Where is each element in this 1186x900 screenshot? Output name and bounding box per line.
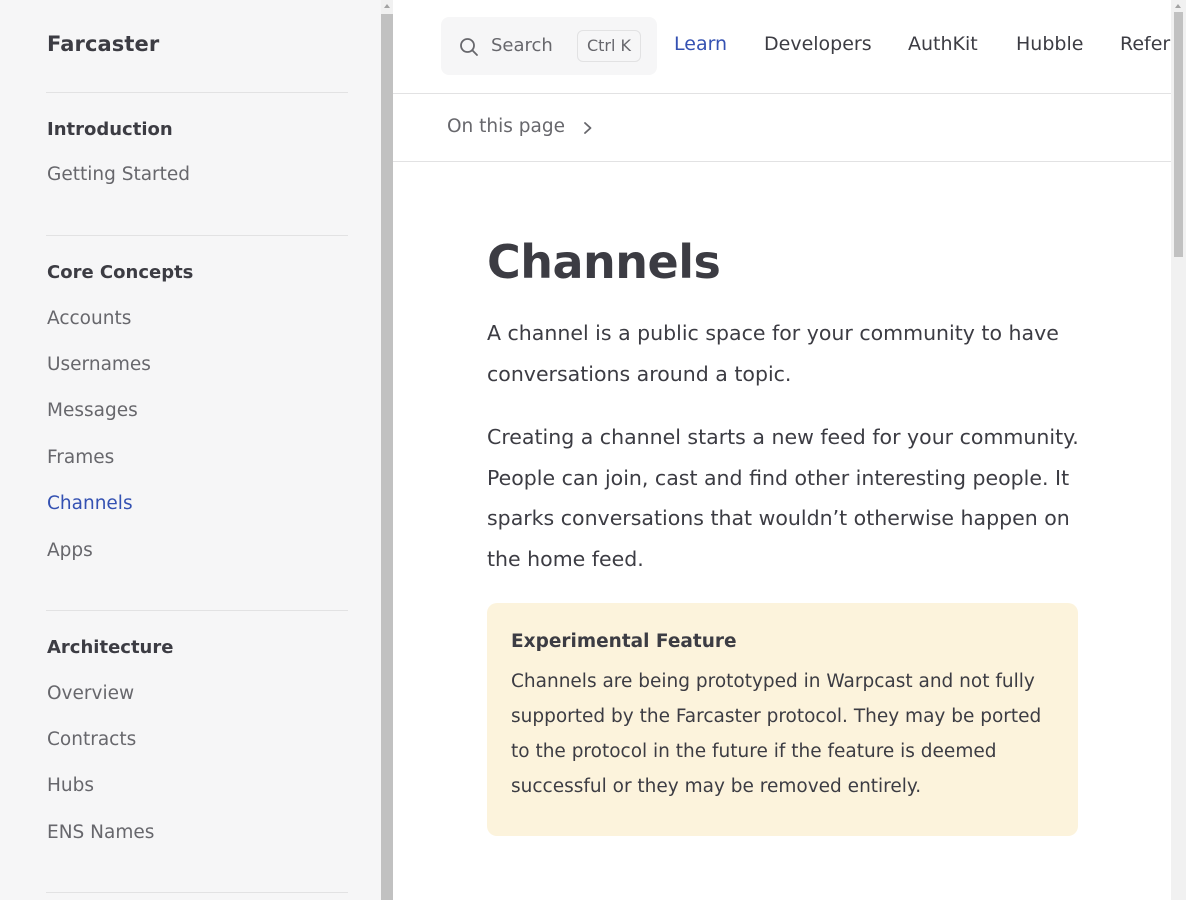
sidebar-item-apps[interactable]: Apps	[47, 540, 93, 561]
on-this-page-button[interactable]: On this page	[447, 116, 565, 137]
sidebar-item-messages[interactable]: Messages	[47, 400, 138, 421]
sidebar-divider	[46, 892, 348, 893]
sidebar-item-contracts[interactable]: Contracts	[47, 729, 136, 750]
sidebar-section-core-concepts: Core Concepts	[47, 262, 194, 283]
sidebar-divider	[46, 610, 348, 611]
local-nav-bar: On this page	[393, 94, 1171, 162]
nav-link-reference[interactable]: Refer	[1120, 33, 1170, 55]
intro-paragraph: A channel is a public space for your com…	[487, 321, 1059, 386]
keyboard-shortcut-badge: Ctrl K	[577, 30, 641, 62]
search-icon	[460, 38, 478, 56]
sidebar-section-architecture: Architecture	[47, 637, 174, 658]
warning-callout: Experimental Feature Channels are being …	[487, 603, 1078, 836]
page-scrollbar-thumb[interactable]	[1174, 12, 1183, 257]
search-label: Search	[491, 35, 553, 56]
sidebar-item-frames[interactable]: Frames	[47, 447, 114, 468]
site-logo-text[interactable]: Farcaster	[47, 32, 159, 56]
page-title: Channels	[487, 235, 721, 289]
sidebar-divider	[46, 235, 348, 236]
sidebar-item-overview[interactable]: Overview	[47, 683, 134, 704]
scroll-up-arrow-icon[interactable]	[384, 4, 390, 8]
sidebar-item-hubs[interactable]: Hubs	[47, 775, 94, 796]
description-paragraph: Creating a channel starts a new feed for…	[487, 425, 1079, 571]
sidebar: Farcaster Introduction Getting Started C…	[0, 0, 381, 900]
nav-link-learn[interactable]: Learn	[674, 33, 727, 55]
sidebar-item-usernames[interactable]: Usernames	[47, 354, 151, 375]
sidebar-scrollbar-thumb[interactable]	[381, 14, 393, 900]
page-scrollbar[interactable]	[1171, 0, 1186, 900]
nav-link-authkit[interactable]: AuthKit	[908, 33, 978, 55]
sidebar-scrollbar[interactable]	[381, 0, 393, 900]
search-button[interactable]: Search Ctrl K	[441, 17, 657, 75]
sidebar-divider	[46, 92, 348, 93]
sidebar-item-ens-names[interactable]: ENS Names	[47, 822, 154, 843]
callout-title: Experimental Feature	[511, 631, 737, 652]
top-navbar: Search Ctrl K Learn Developers AuthKit H…	[393, 0, 1171, 94]
callout-text: Channels are being prototyped in Warpcas…	[511, 671, 1042, 797]
scroll-up-arrow-icon[interactable]	[1175, 4, 1181, 8]
nav-link-developers[interactable]: Developers	[764, 33, 872, 55]
nav-link-hubble[interactable]: Hubble	[1016, 33, 1083, 55]
sidebar-section-introduction: Introduction	[47, 119, 173, 140]
chevron-right-icon[interactable]	[581, 121, 595, 135]
sidebar-item-channels[interactable]: Channels	[47, 493, 133, 514]
sidebar-item-accounts[interactable]: Accounts	[47, 308, 131, 329]
sidebar-item-getting-started[interactable]: Getting Started	[47, 164, 190, 185]
